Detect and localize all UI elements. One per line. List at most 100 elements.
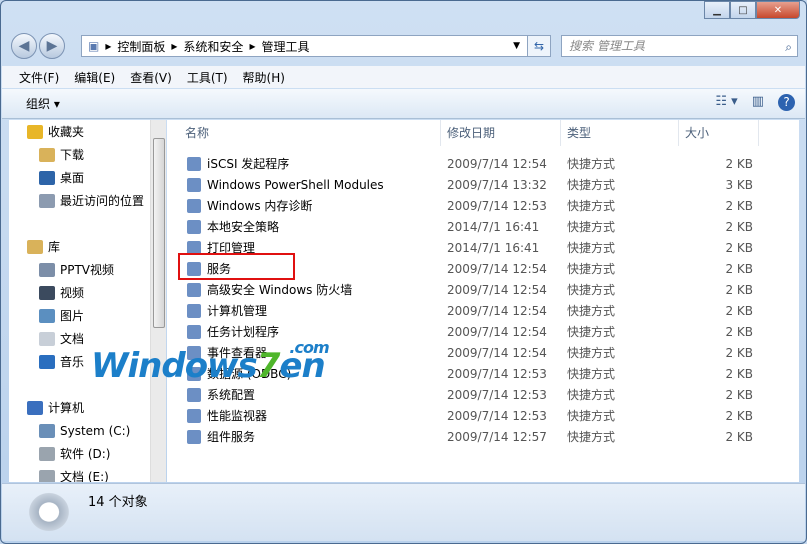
- sidebar-item[interactable]: System (C:): [9, 419, 150, 442]
- breadcrumb-control-panel[interactable]: 控制面板: [117, 38, 165, 55]
- search-input[interactable]: 搜索 管理工具 ⌕: [561, 35, 798, 57]
- address-dropdown[interactable]: ▼: [513, 41, 520, 51]
- help-icon[interactable]: ?: [778, 94, 795, 111]
- sidebar-item-label: 库: [48, 240, 61, 254]
- sidebar-item[interactable]: 桌面: [9, 166, 150, 189]
- sidebar-item[interactable]: 收藏夹: [9, 120, 150, 143]
- file-size: 2 KB: [725, 345, 753, 360]
- sidebar-item-label: 视频: [60, 286, 85, 300]
- menu-help[interactable]: 帮助(H): [243, 69, 285, 86]
- file-type: 快捷方式: [567, 178, 616, 192]
- file-row[interactable]: Windows 内存诊断 2009/7/14 12:53 快捷方式 2 KB: [167, 195, 777, 216]
- command-bar: 组织 ▾ ☷ ▾ ▥ ?: [2, 89, 805, 119]
- sidebar-item-label: 文档: [60, 332, 85, 346]
- file-size: 2 KB: [725, 198, 753, 213]
- file-size: 2 KB: [725, 387, 753, 402]
- organize-button[interactable]: 组织 ▾: [26, 95, 60, 112]
- shortcut-icon: [187, 303, 201, 318]
- file-row[interactable]: 本地安全策略 2014/7/1 16:41 快捷方式 2 KB: [167, 216, 777, 237]
- file-row[interactable]: 计算机管理 2009/7/14 12:54 快捷方式 2 KB: [167, 300, 777, 321]
- file-date: 2009/7/14 12:54: [447, 261, 547, 276]
- file-date: 2009/7/14 13:32: [447, 177, 547, 192]
- shortcut-icon: [187, 156, 201, 171]
- file-row[interactable]: 性能监视器 2009/7/14 12:53 快捷方式 2 KB: [167, 405, 777, 426]
- file-date: 2009/7/14 12:54: [447, 345, 547, 360]
- file-type: 快捷方式: [567, 325, 616, 339]
- navigation-scrollbar[interactable]: [150, 120, 166, 482]
- shortcut-icon: [187, 198, 201, 213]
- breadcrumb-system-security[interactable]: 系统和安全: [183, 38, 243, 55]
- minimize-button[interactable]: ▁: [704, 1, 730, 19]
- back-button[interactable]: ◀: [11, 33, 37, 59]
- star-icon: [27, 124, 43, 139]
- music-icon: [39, 354, 55, 369]
- file-type: 快捷方式: [567, 304, 616, 318]
- file-date: 2009/7/14 12:54: [447, 303, 547, 318]
- navigation-pane: 收藏夹 下载 桌面 最近访问的位置库 PPTV视频 视频 图片 文档 音乐 计算机 System (…: [9, 120, 150, 482]
- file-list: 名称 修改日期 类型 大小 iSCSI 发起程序 2009/7/14 12:54…: [167, 120, 799, 482]
- column-type[interactable]: 类型: [561, 120, 679, 146]
- file-type: 快捷方式: [567, 262, 616, 276]
- file-name: Windows PowerShell Modules: [207, 177, 384, 192]
- file-size: 2 KB: [725, 429, 753, 444]
- file-name: iSCSI 发起程序: [207, 157, 290, 171]
- admin-tools-icon: [26, 490, 72, 534]
- sidebar-item[interactable]: 软件 (D:): [9, 442, 150, 465]
- desktop-icon: [39, 170, 55, 185]
- sidebar-item-label: 文档 (E:): [60, 470, 109, 482]
- file-type: 快捷方式: [567, 388, 616, 402]
- sidebar-item-label: 下载: [60, 148, 85, 162]
- shortcut-icon: [187, 324, 201, 339]
- file-date: 2009/7/14 12:53: [447, 198, 547, 213]
- column-size[interactable]: 大小: [679, 120, 759, 146]
- sidebar-item-label: 桌面: [60, 171, 85, 185]
- status-bar: 14 个对象: [2, 483, 805, 541]
- close-button[interactable]: ✕: [756, 1, 800, 19]
- menu-view[interactable]: 查看(V): [130, 69, 172, 86]
- shortcut-icon: [187, 408, 201, 423]
- forward-button[interactable]: ▶: [39, 33, 65, 59]
- shortcut-icon: [187, 429, 201, 444]
- sidebar-item[interactable]: PPTV视频: [9, 258, 150, 281]
- sidebar-item[interactable]: 视频: [9, 281, 150, 304]
- file-row[interactable]: 高级安全 Windows 防火墙 2009/7/14 12:54 快捷方式 2 …: [167, 279, 777, 300]
- breadcrumb-admin-tools[interactable]: 管理工具: [261, 38, 309, 55]
- file-type: 快捷方式: [567, 430, 616, 444]
- file-row[interactable]: Windows PowerShell Modules 2009/7/14 13:…: [167, 174, 777, 195]
- sidebar-item-label: 收藏夹: [48, 125, 85, 139]
- maximize-button[interactable]: □: [730, 1, 756, 19]
- menu-file[interactable]: 文件(F): [19, 69, 59, 86]
- menu-edit[interactable]: 编辑(E): [74, 69, 115, 86]
- address-bar[interactable]: ▣ ▸ 控制面板 ▸ 系统和安全 ▸ 管理工具 ▼: [81, 35, 551, 57]
- file-size: 2 KB: [725, 219, 753, 234]
- sidebar-item[interactable]: 文档 (E:): [9, 465, 150, 482]
- file-row[interactable]: 任务计划程序 2009/7/14 12:54 快捷方式 2 KB: [167, 321, 777, 342]
- library-icon: [27, 239, 43, 254]
- file-row[interactable]: 系统配置 2009/7/14 12:53 快捷方式 2 KB: [167, 384, 777, 405]
- menu-tools[interactable]: 工具(T): [187, 69, 228, 86]
- refresh-button[interactable]: ⇆: [527, 35, 551, 57]
- view-options-icon[interactable]: ☷ ▾: [715, 94, 737, 111]
- file-row[interactable]: iSCSI 发起程序 2009/7/14 12:54 快捷方式 2 KB: [167, 153, 777, 174]
- watermark-logo: Windows7en .com: [91, 338, 330, 386]
- sidebar-item[interactable]: 库: [9, 235, 150, 258]
- sidebar-item[interactable]: 下载: [9, 143, 150, 166]
- file-name: 高级安全 Windows 防火墙: [207, 283, 353, 297]
- scrollbar-thumb[interactable]: [153, 138, 165, 328]
- file-type: 快捷方式: [567, 346, 616, 360]
- file-row[interactable]: 组件服务 2009/7/14 12:57 快捷方式 2 KB: [167, 426, 777, 447]
- sidebar-item[interactable]: 图片: [9, 304, 150, 327]
- sidebar-item-label: 计算机: [48, 401, 85, 415]
- sidebar-item[interactable]: 最近访问的位置: [9, 189, 150, 212]
- preview-pane-icon[interactable]: ▥: [752, 94, 764, 111]
- video-icon: [39, 285, 55, 300]
- highlight-box: [178, 253, 295, 280]
- column-date[interactable]: 修改日期: [441, 120, 561, 146]
- drive-icon: [39, 469, 55, 482]
- column-name[interactable]: 名称: [167, 120, 441, 146]
- sidebar-item[interactable]: 计算机: [9, 396, 150, 419]
- file-name: 计算机管理: [207, 304, 268, 318]
- file-type: 快捷方式: [567, 157, 616, 171]
- column-headers: 名称 修改日期 类型 大小: [167, 120, 799, 146]
